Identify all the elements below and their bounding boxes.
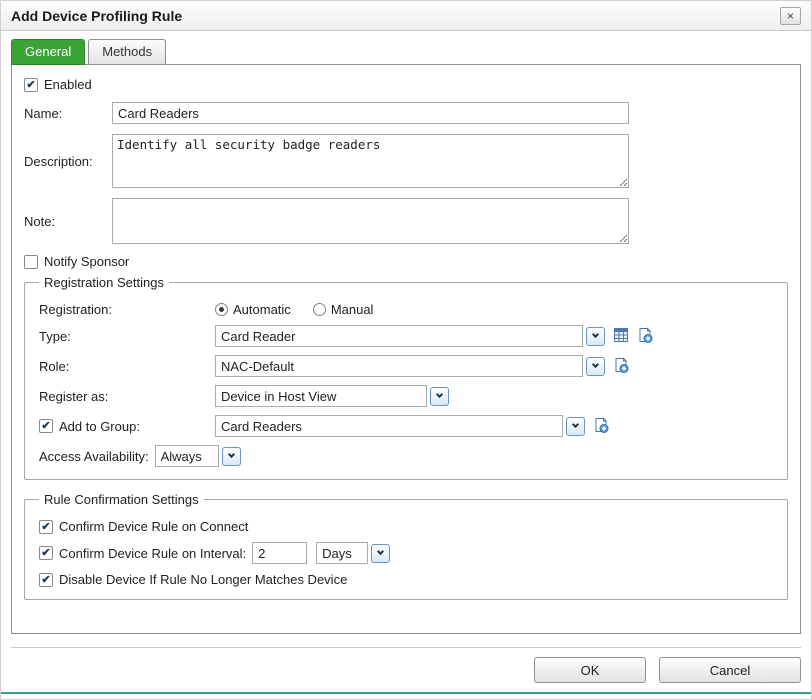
confirm-on-interval-toggle[interactable]: Confirm Device Rule on Interval: — [39, 546, 246, 561]
rule-confirmation-settings-group: Rule Confirmation Settings Confirm Devic… — [24, 492, 788, 600]
chevron-down-icon — [377, 548, 384, 555]
registration-row: Registration: Automatic Manual — [39, 302, 773, 317]
confirm-on-interval-label: Confirm Device Rule on Interval: — [59, 546, 246, 561]
dialog-titlebar: Add Device Profiling Rule × — [1, 1, 811, 31]
type-input[interactable] — [215, 325, 583, 347]
enabled-row: Enabled — [24, 77, 788, 92]
disable-device-label: Disable Device If Rule No Longer Matches… — [59, 572, 347, 587]
cancel-button[interactable]: Cancel — [659, 657, 801, 683]
add-to-group-checkbox[interactable] — [39, 419, 53, 433]
rule-confirmation-settings-legend: Rule Confirmation Settings — [39, 492, 204, 507]
add-group-button[interactable] — [592, 418, 609, 435]
enabled-checkbox[interactable] — [24, 78, 38, 92]
access-availability-input[interactable] — [155, 445, 219, 467]
interval-unit-combo — [316, 542, 390, 564]
chevron-down-icon — [592, 361, 599, 368]
type-dropdown-button[interactable] — [586, 327, 605, 346]
role-row: Role: — [39, 355, 773, 377]
type-label: Type: — [39, 329, 215, 344]
add-to-group-row: Add to Group: — [39, 415, 773, 437]
name-label: Name: — [24, 106, 112, 121]
dialog-content: General Methods Enabled Name: Descriptio… — [1, 31, 811, 634]
role-label: Role: — [39, 359, 215, 374]
radio-icon — [215, 303, 228, 316]
access-availability-dropdown-button[interactable] — [222, 447, 241, 466]
registration-settings-group: Registration Settings Registration: Auto… — [24, 275, 788, 480]
register-as-input[interactable] — [215, 385, 427, 407]
type-row: Type: — [39, 325, 773, 347]
interval-unit-input[interactable] — [316, 542, 368, 564]
registration-automatic-label: Automatic — [233, 302, 291, 317]
description-row: Description: Identify all security badge… — [24, 134, 788, 188]
add-device-type-button[interactable] — [636, 328, 653, 345]
confirm-on-interval-checkbox[interactable] — [39, 546, 53, 560]
close-button[interactable]: × — [780, 7, 801, 25]
tab-general[interactable]: General — [11, 39, 85, 65]
note-row: Note: — [24, 198, 788, 244]
name-row: Name: — [24, 102, 788, 124]
confirm-on-connect-toggle[interactable]: Confirm Device Rule on Connect — [39, 519, 248, 534]
disable-device-checkbox[interactable] — [39, 573, 53, 587]
enabled-label: Enabled — [44, 77, 92, 92]
grid-icon — [613, 327, 629, 346]
notify-sponsor-label: Notify Sponsor — [44, 254, 129, 269]
add-page-icon — [637, 327, 653, 346]
register-as-label: Register as: — [39, 389, 215, 404]
notify-sponsor-checkbox[interactable] — [24, 255, 38, 269]
ok-button[interactable]: OK — [534, 657, 646, 683]
close-icon: × — [787, 9, 794, 23]
role-input[interactable] — [215, 355, 583, 377]
register-as-combo — [215, 385, 449, 407]
registration-label: Registration: — [39, 302, 215, 317]
dialog-bottom-accent-line — [1, 692, 811, 694]
interval-unit-dropdown-button[interactable] — [371, 544, 390, 563]
confirm-on-connect-checkbox[interactable] — [39, 520, 53, 534]
disable-device-row: Disable Device If Rule No Longer Matches… — [39, 572, 773, 587]
role-dropdown-button[interactable] — [586, 357, 605, 376]
description-textarea[interactable]: Identify all security badge readers — [112, 134, 629, 188]
access-availability-combo — [155, 445, 241, 467]
access-availability-label: Access Availability: — [39, 449, 149, 464]
register-as-row: Register as: — [39, 385, 773, 407]
add-to-group-dropdown-button[interactable] — [566, 417, 585, 436]
browse-device-types-button[interactable] — [612, 328, 629, 345]
type-combo — [215, 325, 605, 347]
tab-bar: General Methods — [11, 39, 801, 65]
chevron-down-icon — [572, 421, 579, 428]
note-label: Note: — [24, 214, 112, 229]
disable-device-toggle[interactable]: Disable Device If Rule No Longer Matches… — [39, 572, 347, 587]
access-availability-row: Access Availability: — [39, 445, 773, 467]
add-device-profiling-rule-dialog: Add Device Profiling Rule × General Meth… — [0, 0, 812, 700]
add-page-icon — [613, 357, 629, 376]
confirm-on-connect-row: Confirm Device Rule on Connect — [39, 519, 773, 534]
add-page-icon — [593, 417, 609, 436]
register-as-dropdown-button[interactable] — [430, 387, 449, 406]
chevron-down-icon — [436, 391, 443, 398]
add-to-group-input[interactable] — [215, 415, 563, 437]
registration-automatic-option[interactable]: Automatic — [215, 302, 291, 317]
registration-manual-label: Manual — [331, 302, 374, 317]
chevron-down-icon — [228, 451, 235, 458]
general-tab-panel: Enabled Name: Description: Identify all … — [11, 64, 801, 634]
add-to-group-toggle[interactable]: Add to Group: — [39, 419, 215, 434]
role-combo — [215, 355, 605, 377]
registration-manual-option[interactable]: Manual — [313, 302, 374, 317]
dialog-footer: OK Cancel — [11, 647, 801, 683]
add-to-group-label: Add to Group: — [59, 419, 140, 434]
confirm-on-interval-row: Confirm Device Rule on Interval: — [39, 542, 773, 564]
note-textarea[interactable] — [112, 198, 629, 244]
chevron-down-icon — [592, 331, 599, 338]
confirm-on-connect-label: Confirm Device Rule on Connect — [59, 519, 248, 534]
registration-settings-legend: Registration Settings — [39, 275, 169, 290]
add-to-group-combo — [215, 415, 585, 437]
interval-value-input[interactable] — [252, 542, 307, 564]
name-input[interactable] — [112, 102, 629, 124]
add-role-button[interactable] — [612, 358, 629, 375]
dialog-title: Add Device Profiling Rule — [11, 8, 780, 24]
tab-methods[interactable]: Methods — [88, 39, 166, 65]
notify-sponsor-row: Notify Sponsor — [24, 254, 788, 269]
description-label: Description: — [24, 154, 112, 169]
radio-icon — [313, 303, 326, 316]
